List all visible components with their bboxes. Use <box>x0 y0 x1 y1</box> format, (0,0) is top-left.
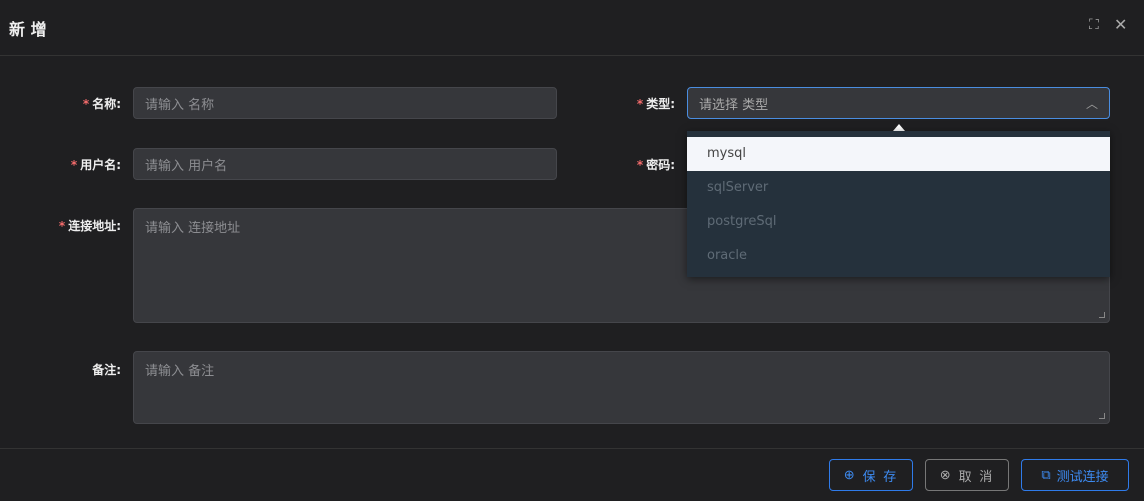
header-divider <box>0 55 1144 56</box>
cancel-button[interactable]: ⊗ 取 消 <box>925 459 1009 491</box>
plus-circle-icon: ⊕ <box>843 467 857 482</box>
type-label: * 类型: <box>636 97 675 111</box>
test-connection-button[interactable]: ⧉ 测试连接 <box>1021 459 1129 491</box>
option-sqlserver[interactable]: sqlServer <box>687 171 1110 205</box>
chevron-up-icon: ︿ <box>1085 96 1098 111</box>
option-oracle[interactable]: oracle <box>687 239 1110 273</box>
fullscreen-icon[interactable]: ⛶ <box>1089 17 1099 33</box>
name-input[interactable]: 请输入 名称 <box>133 87 557 119</box>
resize-handle[interactable] <box>1099 413 1105 419</box>
close-circle-icon: ⊗ <box>939 467 953 482</box>
close-icon[interactable]: ✕ <box>1114 15 1127 34</box>
option-postgresql[interactable]: postgreSql <box>687 205 1110 239</box>
resize-handle[interactable] <box>1099 312 1105 318</box>
username-input[interactable]: 请输入 用户名 <box>133 148 557 180</box>
name-label: * 名称: <box>82 97 121 111</box>
footer-divider <box>0 448 1144 449</box>
option-mysql[interactable]: mysql <box>687 137 1110 171</box>
password-label: * 密码: <box>636 158 675 172</box>
remark-textarea[interactable]: 请输入 备注 <box>133 351 1110 424</box>
username-label: * 用户名: <box>70 158 121 172</box>
save-button[interactable]: ⊕ 保 存 <box>829 459 913 491</box>
remark-label: 备注: <box>92 363 121 377</box>
dialog-title: 新 增 <box>9 20 47 39</box>
link-icon: ⧉ <box>1041 467 1051 482</box>
type-dropdown: mysql sqlServer postgreSql oracle <box>687 131 1110 277</box>
dropdown-arrow <box>893 124 905 131</box>
url-label: * 连接地址: <box>58 219 121 233</box>
type-select[interactable]: 请选择 类型 ︿ <box>687 87 1110 119</box>
